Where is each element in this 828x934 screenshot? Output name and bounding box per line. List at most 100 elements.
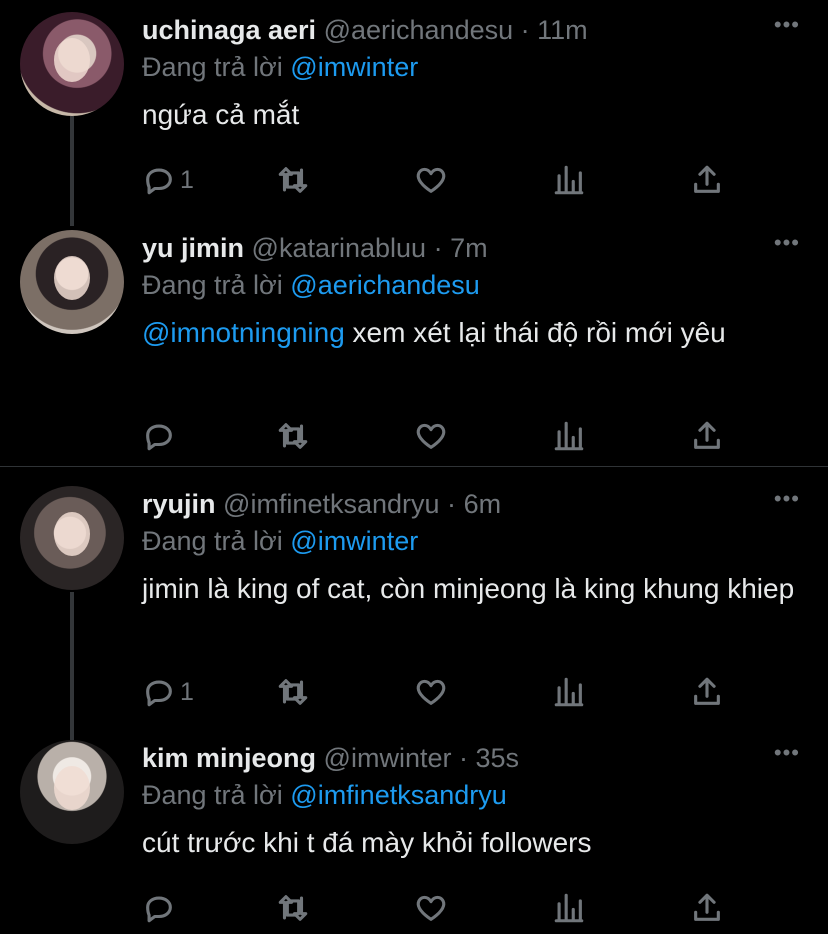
- replying-to-mention[interactable]: @aerichandesu: [290, 270, 480, 300]
- tweet-mention[interactable]: @imnotningning: [142, 317, 345, 348]
- avatar[interactable]: [20, 230, 124, 334]
- reply-icon: [146, 424, 172, 451]
- action-bar: [142, 888, 742, 928]
- tweet-text: cút trước khi t đá mày khỏi followers: [142, 822, 808, 864]
- display-name[interactable]: yu jimin: [142, 233, 244, 263]
- analytics-icon: [554, 677, 584, 707]
- like-button[interactable]: [414, 672, 448, 712]
- reply-count: 1: [180, 165, 194, 194]
- reply-icon: [146, 896, 172, 923]
- tweet[interactable]: ryujin @imfinetksandryu · 6m Đang trả lờ…: [0, 474, 828, 728]
- display-name[interactable]: kim minjeong: [142, 743, 316, 773]
- tweet-text: ngứa cả mắt: [142, 94, 808, 136]
- user-handle[interactable]: @aerichandesu: [324, 15, 514, 45]
- separator-dot: ·: [520, 15, 530, 45]
- tweet[interactable]: yu jimin @katarinabluu · 7m Đang trả lời…: [0, 218, 828, 466]
- replying-to: Đang trả lời @aerichandesu: [142, 268, 808, 302]
- tweet[interactable]: uchinaga aeri @aerichandesu · 11m Đang t…: [0, 0, 828, 218]
- reply-icon: [146, 168, 172, 195]
- replying-to: Đang trả lời @imfinetksandryu: [142, 778, 808, 812]
- tweet-body: cút trước khi t đá mày khỏi followers: [142, 827, 592, 858]
- tweet-body: jimin là king of cat, còn minjeong là ki…: [142, 573, 795, 604]
- retweet-icon: [278, 167, 308, 193]
- tweet-body: xem xét lại thái độ rồi mới yêu: [344, 317, 726, 348]
- analytics-icon: [554, 893, 584, 923]
- replying-to-mention[interactable]: @imwinter: [290, 52, 418, 82]
- share-icon: [694, 165, 720, 193]
- replying-to: Đang trả lời @imwinter: [142, 524, 808, 558]
- share-button[interactable]: [690, 160, 724, 200]
- tweet-header: uchinaga aeri @aerichandesu · 11m: [142, 14, 808, 46]
- share-icon: [694, 677, 720, 705]
- tweet-header: yu jimin @katarinabluu · 7m: [142, 232, 808, 264]
- more-icon[interactable]: •••: [774, 740, 800, 766]
- action-bar: [142, 416, 742, 456]
- timestamp[interactable]: 35s: [476, 743, 520, 773]
- timestamp[interactable]: 6m: [464, 489, 502, 519]
- separator-dot: ·: [458, 743, 468, 773]
- tweet[interactable]: kim minjeong @imwinter · 35s Đang trả lờ…: [0, 728, 828, 934]
- avatar[interactable]: [20, 12, 124, 116]
- more-icon[interactable]: •••: [774, 230, 800, 256]
- replying-to-label: Đang trả lời: [142, 270, 283, 300]
- reply-icon: [146, 680, 172, 707]
- tweet-header: kim minjeong @imwinter · 35s: [142, 742, 808, 774]
- more-icon[interactable]: •••: [774, 486, 800, 512]
- separator-dot: ·: [433, 233, 443, 263]
- user-handle[interactable]: @katarinabluu: [252, 233, 427, 263]
- user-handle[interactable]: @imfinetksandryu: [223, 489, 440, 519]
- timestamp[interactable]: 7m: [450, 233, 488, 263]
- display-name[interactable]: uchinaga aeri: [142, 15, 316, 45]
- timestamp[interactable]: 11m: [537, 15, 588, 45]
- share-button[interactable]: [690, 888, 724, 928]
- reply-count: 1: [180, 677, 194, 706]
- share-button[interactable]: [690, 416, 724, 456]
- analytics-button[interactable]: [552, 672, 586, 712]
- retweet-icon: [278, 679, 308, 705]
- retweet-icon: [278, 423, 308, 449]
- replying-to-label: Đang trả lời: [142, 780, 283, 810]
- heart-icon: [416, 679, 446, 705]
- reply-button[interactable]: 1: [142, 672, 194, 712]
- analytics-button[interactable]: [552, 888, 586, 928]
- reply-button[interactable]: [142, 416, 180, 456]
- thread-divider: [0, 466, 828, 467]
- replying-to-mention[interactable]: @imwinter: [290, 526, 418, 556]
- replying-to: Đang trả lời @imwinter: [142, 50, 808, 84]
- tweet-text: @imnotningning xem xét lại thái độ rồi m…: [142, 312, 808, 354]
- action-bar: 1: [142, 672, 742, 712]
- replying-to-mention[interactable]: @imfinetksandryu: [290, 780, 507, 810]
- user-handle[interactable]: @imwinter: [324, 743, 452, 773]
- share-button[interactable]: [690, 672, 724, 712]
- retweet-button[interactable]: [276, 416, 310, 456]
- like-button[interactable]: [414, 888, 448, 928]
- heart-icon: [416, 895, 446, 921]
- share-icon: [694, 893, 720, 921]
- retweet-button[interactable]: [276, 888, 310, 928]
- analytics-icon: [554, 421, 584, 451]
- avatar[interactable]: [20, 486, 124, 590]
- share-icon: [694, 421, 720, 449]
- display-name[interactable]: ryujin: [142, 489, 216, 519]
- heart-icon: [416, 423, 446, 449]
- tweet-header: ryujin @imfinetksandryu · 6m: [142, 488, 808, 520]
- more-icon[interactable]: •••: [774, 12, 800, 38]
- reply-button[interactable]: 1: [142, 160, 194, 200]
- retweet-button[interactable]: [276, 160, 310, 200]
- heart-icon: [416, 167, 446, 193]
- reply-button[interactable]: [142, 888, 180, 928]
- analytics-button[interactable]: [552, 416, 586, 456]
- replying-to-label: Đang trả lời: [142, 52, 283, 82]
- like-button[interactable]: [414, 160, 448, 200]
- tweet-text: jimin là king of cat, còn minjeong là ki…: [142, 568, 808, 610]
- replying-to-label: Đang trả lời: [142, 526, 283, 556]
- like-button[interactable]: [414, 416, 448, 456]
- retweet-button[interactable]: [276, 672, 310, 712]
- separator-dot: ·: [447, 489, 457, 519]
- avatar[interactable]: [20, 740, 124, 844]
- tweet-body: ngứa cả mắt: [142, 99, 300, 130]
- analytics-button[interactable]: [552, 160, 586, 200]
- action-bar: 1: [142, 160, 742, 200]
- analytics-icon: [554, 165, 584, 195]
- retweet-icon: [278, 895, 308, 921]
